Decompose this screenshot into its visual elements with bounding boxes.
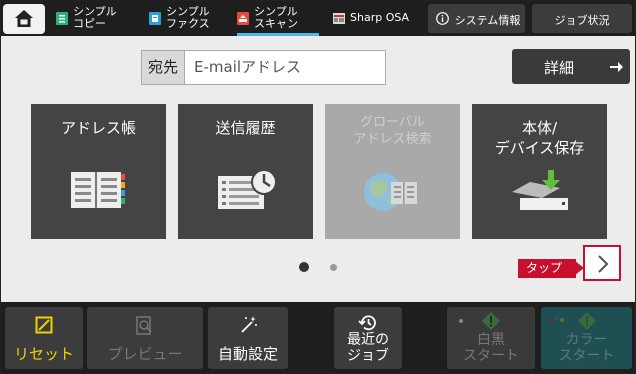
page-indicator [330,264,337,271]
home-icon [15,10,33,27]
color-start-button: カラー スタート [541,307,632,369]
send-history-icon [218,169,277,209]
color-start-line1: カラー [565,332,608,348]
reset-icon [35,316,53,334]
start-diamond-icon [482,312,500,330]
detail-button[interactable]: 詳細 [512,49,630,84]
color-start-label: カラー スタート [541,332,632,364]
top-bar: シンプル コピー シンプル ファクス シンプル スキャン Sharp OSA システム… [1,1,635,36]
start-diamond-icon [578,312,596,330]
history-icon [358,315,376,331]
chevron-right-icon [598,255,609,273]
bw-start-line1: 白黒 [477,332,505,348]
reset-button[interactable]: リセット [5,307,83,369]
recent-jobs-label: 最近の ジョブ [334,332,402,364]
bottom-bar: リセット プレビュー 自動設定 最近の ジョブ 白黒 スタート カラー スタート [1,302,635,373]
color-start-line2: スタート [558,348,615,364]
auto-setting-label: 自動設定 [217,345,278,363]
recent-jobs-line1: 最近の [347,332,389,348]
tab-label: Sharp OSA [350,11,410,24]
copy-icon [56,12,68,25]
tab-simple-copy[interactable]: シンプル コピー [56,1,131,36]
recent-jobs-line2: ジョブ [347,348,389,364]
job-status-label: ジョブ状況 [554,14,610,27]
device-save-icon [512,170,568,210]
tab-sharp-osa[interactable]: Sharp OSA [333,1,413,36]
tab-simple-fax[interactable]: シンプル ファクス [149,1,224,36]
bw-start-line2: スタート [463,348,519,364]
global-address-search-tile: グローバル アドレス検索 [325,104,460,239]
bw-start-button: 白黒 スタート [447,307,535,369]
detail-label: 詳細 [544,59,575,77]
tab-simple-scan[interactable]: シンプル スキャン [237,1,319,36]
recent-jobs-button[interactable]: 最近の ジョブ [334,307,402,369]
destination-input[interactable]: E-mailアドレス [194,51,301,84]
home-button[interactable] [3,4,45,34]
destination-label: 宛先 [142,51,185,84]
tab-label-line2: スキャン [254,17,298,30]
address-book-tile[interactable]: アドレス帳 [31,104,166,239]
device-save-tile[interactable]: 本体/デバイス保存 [472,104,607,239]
address-book-icon [71,172,125,208]
bw-start-label: 白黒 スタート [447,332,535,364]
send-history-tile[interactable]: 送信履歴 [178,104,313,239]
tab-label-line2: コピー [73,17,106,30]
preview-icon [136,316,152,335]
system-info-label: システム情報 [454,14,521,27]
color-dots-icon [550,316,564,322]
scan-icon [237,12,249,25]
system-info-button[interactable]: システム情報 [428,4,525,33]
arrow-right-icon [610,62,623,72]
next-page-button[interactable] [583,245,621,281]
destination-field[interactable]: 宛先 E-mailアドレス [141,50,386,85]
global-search-icon [364,173,417,211]
job-status-button[interactable]: ジョブ状況 [532,4,632,33]
preview-label: プレビュー [107,345,183,363]
preview-button: プレビュー [87,307,203,369]
page-indicator-active [299,262,309,272]
scanner-screen: シンプル コピー シンプル ファクス シンプル スキャン Sharp OSA システム… [0,0,636,374]
magic-wand-icon [241,316,257,333]
bw-dot [459,319,463,323]
tab-label-line2: ファクス [166,17,210,30]
reset-label: リセット [13,345,74,363]
osa-icon [333,13,345,24]
tap-callout: タップ [518,259,584,278]
auto-setting-button[interactable]: 自動設定 [208,307,288,369]
fax-icon [149,12,161,25]
